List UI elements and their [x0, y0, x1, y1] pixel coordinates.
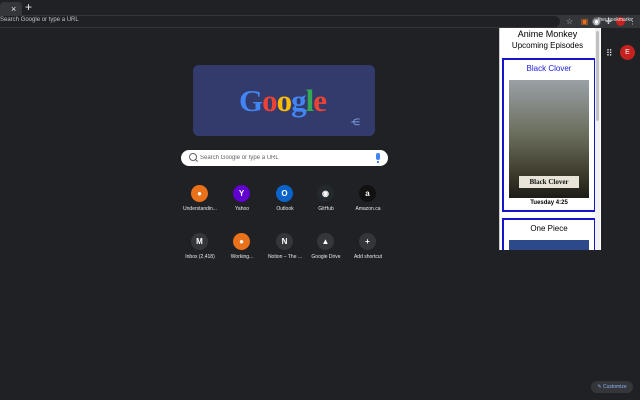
episode-title[interactable]: Black Clover	[504, 64, 594, 73]
doodle-letter-g: G	[239, 83, 263, 118]
customize-label: Customize	[602, 384, 627, 390]
episode-poster	[509, 240, 589, 250]
shortcut-label: Google Drive	[311, 254, 341, 260]
poster-logo: Black Clover	[519, 176, 579, 188]
shortcut-label: Working...	[230, 254, 254, 260]
shortcut-icon: ◉	[317, 185, 334, 202]
shortcut-label: GitHub	[318, 206, 334, 212]
shortcut-tile[interactable]: ◉ GitHub	[302, 185, 350, 221]
share-icon[interactable]: ⋲	[351, 117, 360, 128]
new-tab-button[interactable]: +	[25, 1, 32, 13]
bookmark-star-icon[interactable]: ☆	[565, 17, 574, 26]
shortcut-label: Add shortcut	[353, 254, 383, 260]
shortcut-tile[interactable]: + Add shortcut	[344, 233, 392, 269]
search-icon	[189, 153, 197, 161]
browser-tab[interactable]: ×	[0, 2, 22, 15]
search-input[interactable]	[200, 153, 370, 163]
shortcut-tile[interactable]: ● Working...	[218, 233, 266, 269]
episode-card[interactable]: One Piece	[502, 218, 596, 250]
shortcut-icon: ●	[233, 233, 250, 250]
episode-poster: Black Clover	[509, 80, 589, 198]
shortcut-tile[interactable]: a Amazon.ca	[344, 185, 392, 221]
shortcut-icon: ●	[191, 185, 208, 202]
microphone-icon[interactable]	[376, 153, 380, 163]
address-bar-placeholder: Search Google or type a URL	[0, 17, 79, 23]
shortcut-tile[interactable]: ▲ Google Drive	[302, 233, 350, 269]
shortcut-label: Yahoo	[234, 206, 250, 212]
browser-toolbar: Search Google or type a URL ☆ ▣ ◉ ✚ ⋮	[0, 15, 640, 28]
google-doodle[interactable]: Google ⋲	[193, 65, 375, 136]
popup-title: Anime Monkey	[517, 29, 578, 39]
shortcut-icon: N	[276, 233, 293, 250]
shortcut-icon: +	[359, 233, 376, 250]
close-tab-icon[interactable]: ×	[11, 4, 16, 14]
popup-subtitle: Upcoming Episodes	[511, 41, 584, 50]
doodle-letter-g2: g	[291, 83, 306, 118]
shortcut-icon: O	[276, 185, 293, 202]
shortcut-icon: M	[191, 233, 208, 250]
shortcut-label: Understandin...	[183, 206, 217, 212]
tab-strip: × +	[0, 0, 640, 16]
anime-monkey-popup: Anime Monkey Upcoming Episodes Black Clo…	[499, 28, 601, 250]
doodle-logo: Google	[239, 83, 327, 119]
shortcut-tile[interactable]: Y Yahoo	[218, 185, 266, 221]
doodle-letter-e: e	[313, 83, 327, 118]
shortcut-label: Amazon.ca	[355, 206, 381, 212]
doodle-letter-o2: o	[276, 83, 292, 118]
account-avatar[interactable]: E	[620, 45, 635, 60]
shortcut-icon: Y	[233, 185, 250, 202]
episode-card[interactable]: Black Clover Black Clover Tuesday 4:25	[502, 58, 596, 212]
popup-scrollbar-thumb[interactable]	[596, 31, 599, 121]
extension-icon[interactable]: ▣	[580, 17, 589, 26]
shortcut-label: Inbox (2,418)	[185, 254, 215, 260]
address-bar[interactable]: Search Google or type a URL	[0, 16, 560, 27]
google-apps-icon[interactable]: ⠿	[606, 48, 613, 59]
search-box[interactable]	[181, 150, 388, 166]
episode-time: Tuesday 4:25	[530, 200, 568, 206]
other-bookmarks-label[interactable]: ther bookmarks	[598, 17, 632, 23]
shortcut-icon: a	[359, 185, 376, 202]
shortcut-tile[interactable]: ● Understandin...	[176, 185, 224, 221]
customize-button[interactable]: ✎ Customize	[591, 381, 633, 393]
doodle-letter-o1: o	[262, 83, 277, 118]
shortcut-icon: ▲	[317, 233, 334, 250]
shortcut-tile[interactable]: M Inbox (2,418)	[176, 233, 224, 269]
episode-title[interactable]: One Piece	[504, 224, 594, 233]
